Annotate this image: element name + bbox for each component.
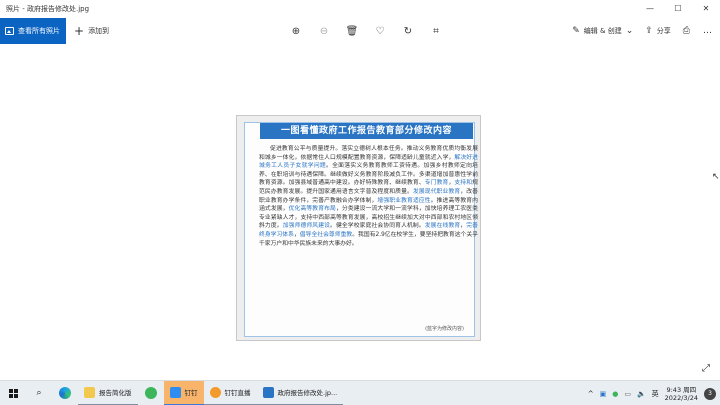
fullscreen-icon[interactable]: ⤢	[702, 363, 710, 374]
folder-icon	[84, 386, 95, 398]
system-tray: ^ ▣ ● ▭ 🔈 英 9:43 周四 2022/3/24 3	[588, 381, 720, 405]
taskbar-app-label: 钉钉	[184, 389, 198, 397]
window-title: 照片 - 政府报告修改处.jpg	[6, 4, 90, 13]
view-all-photos-label: 查看所有照片	[18, 27, 60, 35]
highlighted-text: 倡导全社会尊师重教	[299, 231, 353, 238]
document-title: 一图看懂政府工作报告教育部分修改内容	[260, 123, 473, 139]
zoom-in-icon[interactable]: ⊕	[282, 17, 310, 45]
edit-icon: ✎	[572, 26, 580, 36]
right-tools: ✎ 编辑 & 创建 ⌄ ⇪ 分享 ⎙	[572, 17, 690, 45]
document-frame: 一图看懂政府工作报告教育部分修改内容 促进教育公平与质量提升。落实立德树人根本任…	[244, 122, 478, 337]
share-label: 分享	[656, 27, 671, 35]
tray-app-icon[interactable]: ●	[612, 390, 618, 398]
edge-browser-icon[interactable]	[52, 381, 78, 405]
taskbar-app-report-simplified[interactable]: 报告简化版	[78, 381, 138, 405]
body-text: 促进教育公平与质量提升。落实立德树人根本任务。推动义务教育优质均衡发展和城乡一体…	[259, 146, 478, 161]
body-text: 。健全学校家庭社会协同育人机制。	[330, 223, 425, 230]
title-bar: 照片 - 政府报告修改处.jpg — ☐ ✕	[0, 0, 720, 17]
photos-app-icon	[262, 386, 274, 398]
edit-create-button[interactable]: ✎ 编辑 & 创建 ⌄	[572, 26, 633, 36]
mouse-cursor-icon: ↖	[712, 172, 720, 182]
photo-viewer[interactable]: 一图看懂政府工作报告教育部分修改内容 促进教育公平与质量提升。落实立德树人根本任…	[0, 45, 720, 380]
more-options-icon[interactable]: …	[703, 17, 712, 45]
volume-icon[interactable]: 🔈	[637, 390, 646, 398]
tray-chevron-icon[interactable]: ^	[588, 390, 594, 398]
highlighted-text: 优化高等教育布局	[288, 206, 336, 213]
displayed-image: 一图看懂政府工作报告教育部分修改内容 促进教育公平与质量提升。落实立德树人根本任…	[236, 115, 481, 341]
zoom-out-icon[interactable]: ⊖	[310, 17, 338, 45]
rotate-icon[interactable]: ↻	[394, 17, 422, 45]
edit-create-label: 编辑 & 创建	[583, 27, 622, 35]
chevron-down-icon: ⌄	[625, 26, 634, 36]
delete-icon[interactable]: 🗑	[338, 17, 366, 45]
add-to-label: 添加到	[88, 27, 110, 35]
taskbar-app-dingtalk[interactable]: 钉钉	[163, 380, 204, 405]
tray-app-icon[interactable]: ▣	[600, 390, 607, 398]
taskbar: ⌕ 报告简化版 钉钉 钉钉直播 政府报告修改处.jp... ^ ▣ ● ▭ 🔈 …	[0, 380, 720, 405]
taskbar-app-label: 报告简化版	[99, 389, 132, 397]
clock-time: 9:43 周四	[666, 385, 697, 394]
live-icon	[209, 386, 221, 398]
print-icon: ⎙	[682, 26, 690, 36]
toolbar: 查看所有照片 + 添加到 ⊕ ⊖ 🗑 ♡ ↻ ⌗ ✎ 编辑 & 创建 ⌄ ⇪ 分…	[0, 17, 720, 45]
taskbar-app-dingtalk-live[interactable]: 钉钉直播	[203, 381, 257, 405]
highlighted-text: 发展现代职业教育	[412, 188, 461, 195]
view-all-photos-button[interactable]: 查看所有照片	[0, 18, 66, 44]
windows-logo-icon	[8, 388, 18, 398]
share-button[interactable]: ⇪ 分享	[645, 26, 671, 36]
highlighted-text: 专门教育	[424, 180, 449, 187]
crop-icon[interactable]: ⌗	[422, 17, 450, 45]
taskbar-app-label: 钉钉直播	[224, 389, 251, 397]
highlighted-text: 发展在线教育	[424, 223, 461, 230]
share-icon: ⇪	[645, 26, 653, 36]
ime-indicator[interactable]: 英	[652, 389, 659, 399]
minimize-button[interactable]: —	[636, 0, 664, 17]
highlighted-text: 增强职业教育适应性	[377, 197, 431, 204]
maximize-button[interactable]: ☐	[664, 0, 692, 17]
app-green-icon[interactable]	[138, 381, 164, 405]
taskbar-app-label: 政府报告修改处.jp...	[277, 389, 338, 397]
document-note: (蓝字为修改内容)	[425, 326, 464, 332]
tray-app-icon[interactable]: ▭	[624, 390, 631, 398]
notification-badge[interactable]: 3	[704, 387, 716, 400]
close-button[interactable]: ✕	[692, 0, 720, 17]
highlighted-text: 支持和	[454, 180, 473, 187]
document-body: 促进教育公平与质量提升。落实立德树人根本任务。推动义务教育优质均衡发展和城乡一体…	[259, 145, 478, 248]
clock[interactable]: 9:43 周四 2022/3/24	[665, 386, 698, 402]
search-icon[interactable]: ⌕	[26, 381, 52, 405]
add-to-button[interactable]: + 添加到	[74, 24, 110, 38]
start-button[interactable]	[0, 381, 26, 405]
dingtalk-icon	[169, 386, 181, 398]
clock-date: 2022/3/24	[664, 393, 698, 402]
highlighted-text: 加强师德师风建设	[282, 223, 331, 230]
favorite-icon[interactable]: ♡	[366, 17, 394, 45]
photos-icon	[5, 27, 14, 35]
print-button[interactable]: ⎙	[683, 26, 690, 36]
center-tools: ⊕ ⊖ 🗑 ♡ ↻ ⌗	[282, 17, 450, 45]
plus-icon: +	[74, 24, 85, 38]
taskbar-app-photos[interactable]: 政府报告修改处.jp...	[256, 381, 344, 405]
